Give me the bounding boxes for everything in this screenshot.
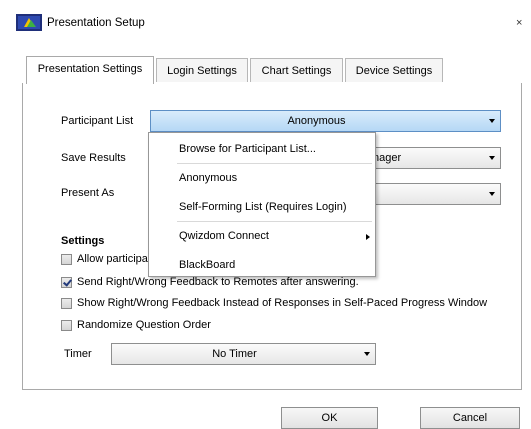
qwizdom-app-icon: [16, 14, 42, 31]
save-results-label: Save Results: [61, 152, 126, 164]
window-title: Presentation Setup: [47, 17, 145, 29]
settings-heading: Settings: [61, 235, 105, 247]
tab-strip: Presentation Settings Login Settings Cha…: [22, 56, 522, 84]
chevron-down-icon: [489, 192, 495, 196]
show-feedback-label: Show Right/Wrong Feedback Instead of Res…: [77, 297, 488, 309]
randomize-order-label: Randomize Question Order: [77, 319, 211, 331]
menu-item-qwizdom-connect[interactable]: Qwizdom Connect: [179, 230, 269, 242]
close-icon[interactable]: ×: [516, 17, 522, 29]
chevron-down-icon: [489, 119, 495, 123]
timer-label: Timer: [64, 348, 92, 360]
tab-login-settings[interactable]: Login Settings: [156, 58, 248, 82]
save-results-value: nager: [373, 152, 402, 164]
participant-list-combo[interactable]: Anonymous: [150, 110, 501, 132]
timer-combo[interactable]: No Timer: [111, 343, 376, 365]
participant-list-value: Anonymous: [287, 115, 346, 127]
menu-item-anonymous[interactable]: Anonymous: [179, 172, 237, 184]
menu-separator: [177, 221, 372, 222]
timer-value: No Timer: [212, 348, 257, 360]
tab-presentation-settings[interactable]: Presentation Settings: [26, 56, 154, 84]
tab-device-settings[interactable]: Device Settings: [345, 58, 443, 82]
participant-list-dropdown-menu: Browse for Participant List... Anonymous…: [148, 132, 376, 277]
cancel-button[interactable]: Cancel: [420, 407, 520, 429]
menu-separator: [177, 163, 372, 164]
participant-list-label: Participant List: [61, 115, 134, 127]
ok-button[interactable]: OK: [281, 407, 378, 429]
menu-item-self-forming-list[interactable]: Self-Forming List (Requires Login): [179, 201, 347, 213]
menu-item-blackboard[interactable]: BlackBoard: [179, 259, 235, 271]
randomize-order-checkbox[interactable]: [61, 320, 72, 331]
chevron-right-icon: [366, 234, 370, 240]
allow-participants-label: Allow participar: [77, 253, 152, 265]
chevron-down-icon: [489, 156, 495, 160]
show-feedback-checkbox[interactable]: [61, 298, 72, 309]
menu-item-browse[interactable]: Browse for Participant List...: [179, 143, 316, 155]
allow-participants-checkbox[interactable]: [61, 254, 72, 265]
send-feedback-label: Send Right/Wrong Feedback to Remotes aft…: [77, 276, 359, 288]
title-bar: Presentation Setup ×: [0, 0, 531, 46]
chevron-down-icon: [364, 352, 370, 356]
presentation-setup-dialog: Presentation Setup × Presentation Settin…: [0, 0, 531, 429]
present-as-label: Present As: [61, 187, 115, 199]
tab-chart-settings[interactable]: Chart Settings: [250, 58, 343, 82]
send-feedback-checkbox[interactable]: [61, 277, 72, 288]
